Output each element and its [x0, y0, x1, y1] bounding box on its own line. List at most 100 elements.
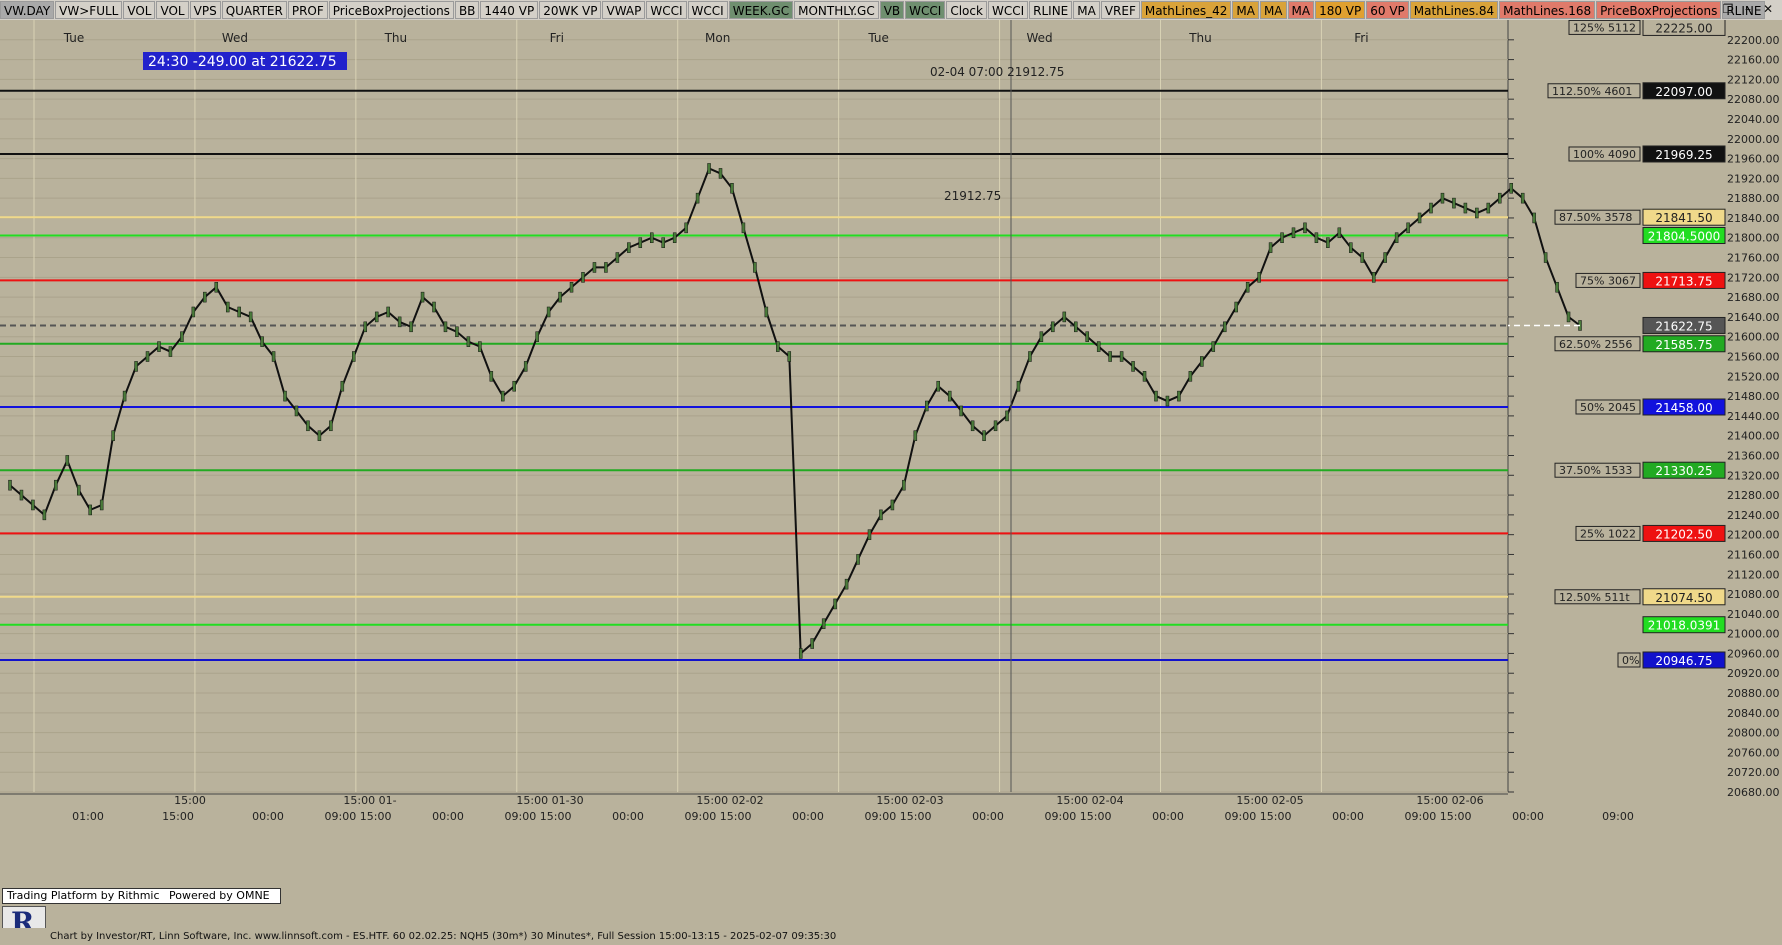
price-tick-label: 21720.00 [1727, 271, 1780, 284]
toolbar-button-vw-day-0[interactable]: VW.DAY [0, 1, 55, 19]
toolbar-button-vol-2[interactable]: VOL [123, 1, 156, 19]
toolbar-button-180-vp-27[interactable]: 180 VP [1315, 1, 1366, 19]
price-tick-label: 21080.00 [1727, 588, 1780, 601]
time-tick-label: 09:00 15:00 [1045, 810, 1112, 823]
price-tick-label: 21360.00 [1727, 449, 1780, 462]
toolbar-button-mathlines-168-30[interactable]: MathLines.168 [1499, 1, 1596, 19]
price-tick-label: 21120.00 [1727, 568, 1780, 581]
candle-bar [879, 509, 883, 521]
candle-bar [111, 430, 115, 441]
candle-bar [88, 504, 92, 516]
candle-bar [1096, 341, 1101, 352]
toolbar-button-priceboxprojections-31[interactable]: PriceBoxProjections [1596, 1, 1722, 19]
window-controls: ❐ – ✕ [1720, 1, 1776, 17]
toolbar-button-ma-26[interactable]: MA [1287, 1, 1315, 19]
candle-bar [787, 351, 792, 362]
session-label: 15:00 02-04 [1056, 794, 1123, 807]
time-tick-label: 00:00 [1512, 810, 1544, 823]
restore-icon[interactable]: ❐ [1720, 1, 1736, 17]
toolbar-button-vw-full-1[interactable]: VW>FULL [55, 1, 123, 19]
candle-bar [821, 618, 826, 629]
candle-bar [329, 420, 333, 432]
toolbar-button-20wk-vp-10[interactable]: 20WK VP [539, 1, 602, 19]
price-tick-label: 21600.00 [1727, 331, 1780, 344]
candle-bar [684, 222, 688, 234]
toolbar-button-clock-18[interactable]: Clock [946, 1, 987, 19]
candle-bar [134, 361, 138, 372]
candle-bar [19, 489, 24, 501]
toolbar-button-priceboxprojections-7[interactable]: PriceBoxProjections [328, 1, 454, 19]
level-value-label: 21622.75 [1655, 319, 1712, 333]
footer-text: Chart by Investor/RT, Linn Software, Inc… [50, 931, 837, 942]
candle-bar [1486, 202, 1491, 214]
toolbar-button-1440-vp-9[interactable]: 1440 VP [480, 1, 539, 19]
toolbar-button-wcci-17[interactable]: WCCI [905, 1, 946, 19]
day-label: Wed [222, 31, 248, 45]
toolbar-button-vb-16[interactable]: VB [879, 1, 905, 19]
level-value-label: 22225.00 [1655, 21, 1712, 35]
price-chart[interactable]: 22200.00 22160.00 22120.00 22080.00 22040.00… [0, 20, 1782, 928]
candle-bar [1440, 192, 1445, 204]
level-value-label: 21458.00 [1655, 401, 1712, 415]
price-tick-label: 21040.00 [1727, 608, 1780, 621]
toolbar-button-mathlines-84-29[interactable]: MathLines.84 [1409, 1, 1499, 19]
candle-bar [1520, 192, 1525, 204]
time-tick-label: 09:00 15:00 [685, 810, 752, 823]
price-tick-label: 21320.00 [1727, 469, 1780, 482]
price-tick-label: 20880.00 [1727, 687, 1780, 700]
candle-bar [1268, 242, 1273, 253]
candle-bar [1417, 212, 1422, 224]
toolbar-button-rline-20[interactable]: RLINE [1029, 1, 1073, 19]
toolbar-button-quarter-5[interactable]: QUARTER [221, 1, 287, 19]
session-label: 15:00 01-30 [516, 794, 583, 807]
toolbar-button-vps-4[interactable]: VPS [189, 1, 221, 19]
candle-bar [1349, 242, 1353, 253]
candle-bar [1245, 281, 1250, 293]
day-label: Tue [867, 31, 889, 45]
toolbar-button-bb-8[interactable]: BB [454, 1, 480, 19]
price-tick-label: 20960.00 [1727, 647, 1780, 660]
level-value-label: 21969.25 [1655, 148, 1712, 162]
toolbar-button-60-vp-28[interactable]: 60 VP [1366, 1, 1409, 19]
toolbar-button-ma-24[interactable]: MA [1232, 1, 1259, 19]
candle-bar [1371, 272, 1376, 283]
toolbar-button-vol-3[interactable]: VOL [156, 1, 189, 19]
candle-bar [546, 306, 551, 318]
toolbar-button-prof-6[interactable]: PROF [287, 1, 328, 19]
time-tick-label: 00:00 [972, 810, 1004, 823]
candle-bar [753, 262, 757, 273]
close-icon[interactable]: ✕ [1760, 1, 1776, 17]
toolbar-button-wcci-19[interactable]: WCCI [987, 1, 1029, 19]
candle-bar [512, 380, 516, 392]
price-tick-label: 21840.00 [1727, 212, 1780, 225]
candle-bar [1555, 281, 1559, 293]
candle-bar [397, 316, 402, 328]
price-tick-label: 21560.00 [1727, 351, 1780, 364]
candle-bar [1543, 252, 1548, 263]
time-tick-label: 00:00 [1152, 810, 1184, 823]
candle-bar [627, 242, 631, 253]
candle-bar [1085, 331, 1089, 342]
info-box-text: 24:30 -249.00 at 21622.75 [148, 54, 337, 70]
toolbar-button-vref-22[interactable]: VREF [1100, 1, 1140, 19]
candle-bar [1016, 380, 1021, 392]
price-tick-label: 21920.00 [1727, 172, 1780, 185]
toolbar-button-vwap-11[interactable]: VWAP [602, 1, 646, 19]
toolbar-button-monthly-gc-15[interactable]: MONTHLY.GC [794, 1, 879, 19]
toolbar-button-ma-21[interactable]: MA [1073, 1, 1100, 19]
toolbar-button-mathlines-42-23[interactable]: MathLines_42 [1140, 1, 1232, 19]
minimize-icon[interactable]: – [1740, 1, 1756, 17]
toolbar-button-ma-25[interactable]: MA [1259, 1, 1287, 19]
level-tag-label: 37.50% 1533 [1559, 464, 1632, 477]
session-label: 15:00 02-06 [1416, 794, 1483, 807]
toolbar-button-week-gc-14[interactable]: WEEK.GC [728, 1, 794, 19]
candle-bar [214, 281, 219, 293]
omne-text: Powered by OMNE [169, 889, 270, 902]
time-tick-label: 00:00 [252, 810, 284, 823]
level-value-label: 21330.25 [1655, 464, 1712, 478]
candle-bar [1200, 356, 1204, 367]
candle-bar [993, 420, 998, 432]
toolbar-button-wcci-13[interactable]: WCCI [687, 1, 728, 19]
price-tick-label: 22000.00 [1727, 133, 1780, 146]
toolbar-button-wcci-12[interactable]: WCCI [646, 1, 687, 19]
